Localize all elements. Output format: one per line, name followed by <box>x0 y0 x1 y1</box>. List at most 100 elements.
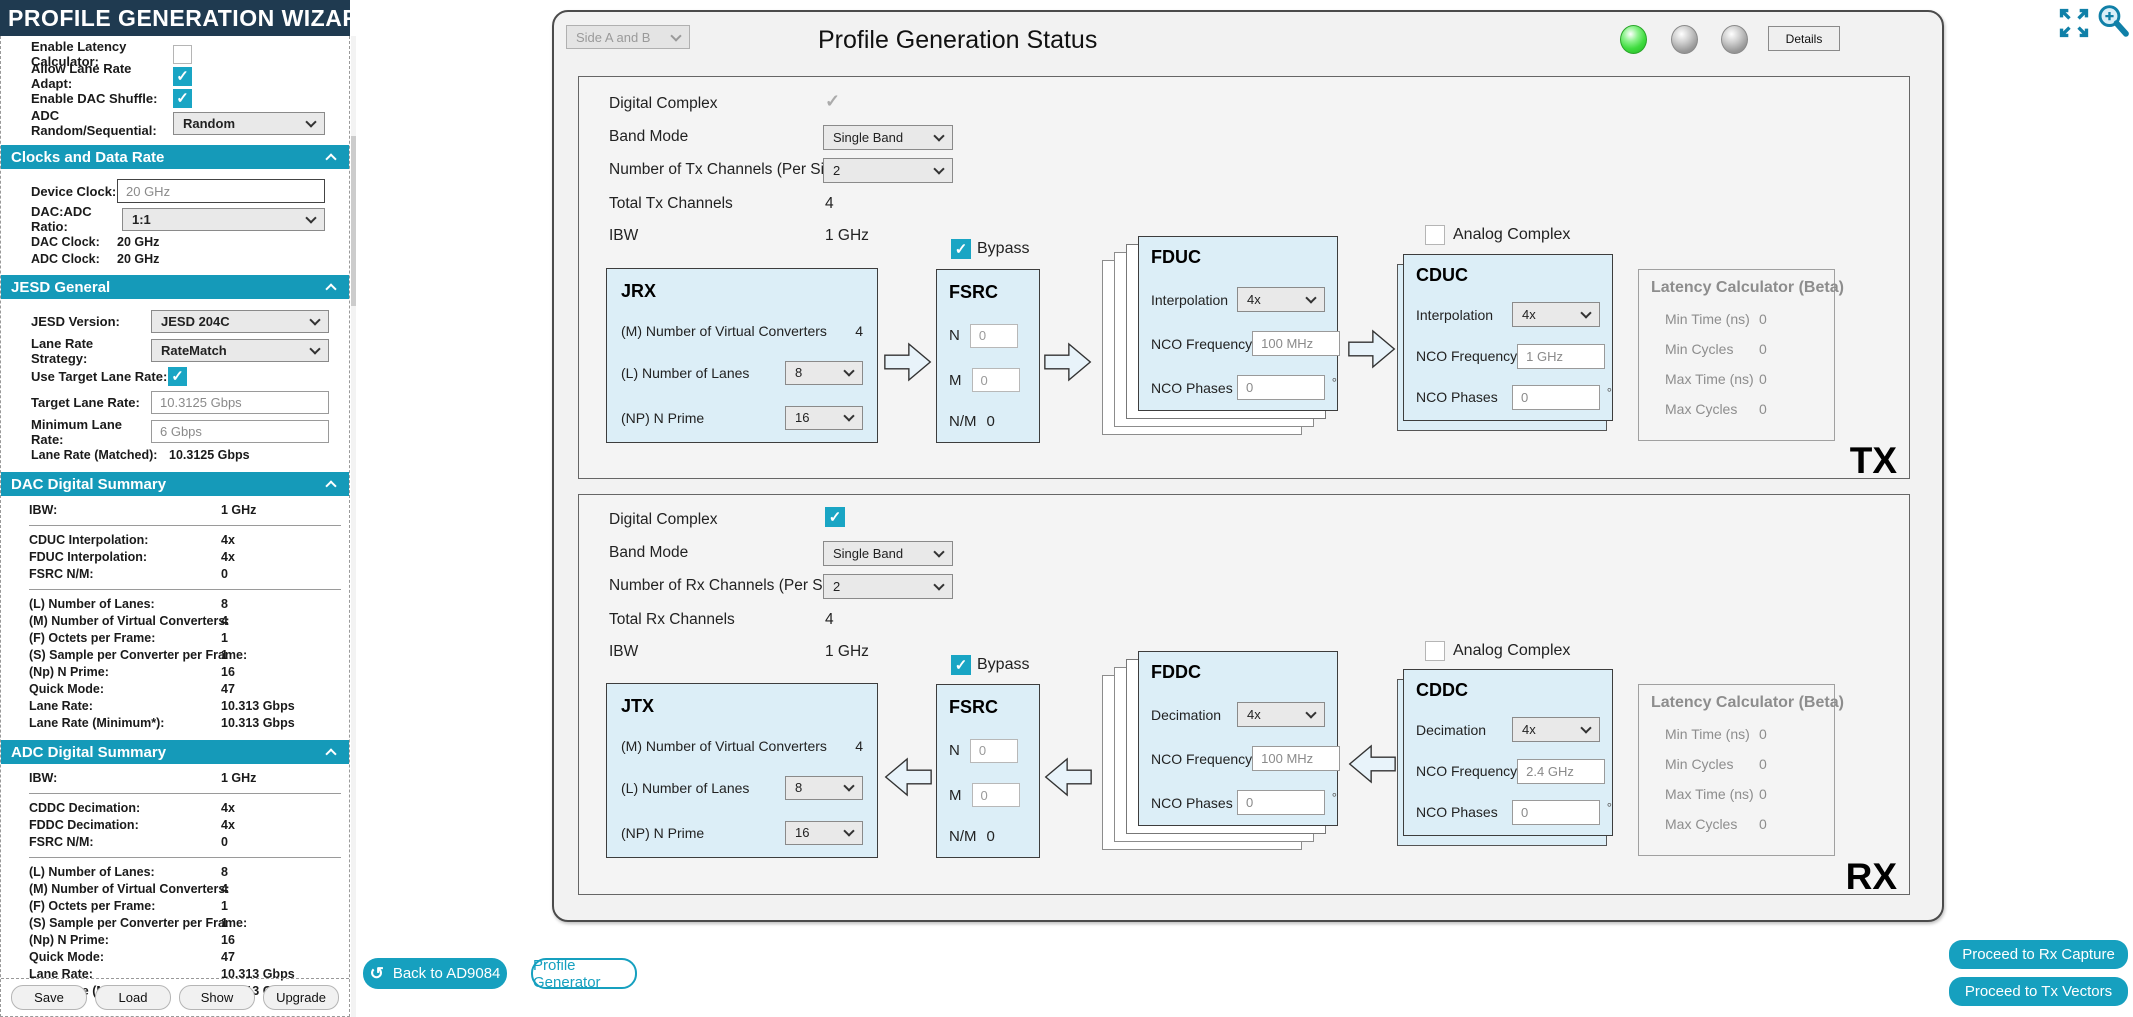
sidebar-scrollbar[interactable] <box>351 36 356 1017</box>
cduc-title: CDUC <box>1416 265 1600 286</box>
jrx-m-value: 4 <box>855 323 863 339</box>
tx-channels-select[interactable]: 2 <box>823 158 953 183</box>
chevron-down-icon <box>843 780 854 791</box>
proceed-to-tx-vectors-button[interactable]: Proceed to Tx Vectors <box>1949 977 2128 1006</box>
minimum-lane-rate-input[interactable] <box>151 420 329 443</box>
status-led-green <box>1620 25 1647 54</box>
zoom-in-icon[interactable] <box>2094 2 2132 42</box>
profile-generator-button[interactable]: Profile Generator <box>531 958 637 989</box>
fsrc-m-input[interactable] <box>972 368 1020 392</box>
flow-arrow-left-icon <box>1044 752 1092 802</box>
summary-label: (S) Sample per Converter per Frame: <box>29 916 247 930</box>
use-target-lane-rate-checkbox[interactable]: ✓ <box>168 367 187 386</box>
rx-digital-complex-checkbox[interactable]: ✓ <box>825 507 845 527</box>
chevron-down-icon <box>1580 723 1591 734</box>
fduc-nco-frequency-input[interactable] <box>1252 331 1340 356</box>
status-led-gray-1 <box>1671 25 1698 54</box>
summary-label: (Np) N Prime: <box>29 665 109 679</box>
fsrc-m-input[interactable] <box>972 783 1020 807</box>
fsrc-n-input[interactable] <box>970 324 1018 348</box>
section-clocks-and-data-rate[interactable]: Clocks and Data Rate <box>1 145 349 169</box>
cddc-decimation-select[interactable]: 4x <box>1512 717 1600 742</box>
fddc-nco-phases-input[interactable] <box>1237 790 1325 815</box>
rx-bypass-checkbox[interactable]: ✓ <box>951 655 971 675</box>
fddc-decimation-label: Decimation <box>1151 707 1237 723</box>
load-button[interactable]: Load <box>95 985 171 1010</box>
latency-value: 0 <box>1759 786 1767 802</box>
chevron-down-icon <box>933 163 944 174</box>
jrx-lanes-select[interactable]: 8 <box>785 361 863 385</box>
proceed-to-rx-capture-button[interactable]: Proceed to Rx Capture <box>1949 940 2128 969</box>
fsrc-n-input[interactable] <box>970 739 1018 763</box>
jtx-nprime-select[interactable]: 16 <box>785 821 863 845</box>
jrx-nprime-select[interactable]: 16 <box>785 406 863 430</box>
latency-label: Min Time (ns) <box>1665 726 1750 742</box>
section-jesd-general[interactable]: JESD General <box>1 275 349 299</box>
cduc-nco-phases-input[interactable] <box>1512 385 1600 410</box>
jesd-version-select[interactable]: JESD 204C <box>151 310 329 333</box>
jtx-np-label: (NP) N Prime <box>621 825 785 841</box>
jesd-version-label: JESD Version: <box>31 314 151 329</box>
rx-ibw-label: IBW <box>609 643 638 661</box>
tx-analog-complex: Analog Complex <box>1425 225 1570 245</box>
allow-lane-rate-adapt-checkbox[interactable]: ✓ <box>173 67 192 86</box>
details-button[interactable]: Details <box>1768 26 1840 51</box>
profile-generation-status-label: Profile Generation Status <box>818 26 1097 55</box>
show-button[interactable]: Show <box>179 985 255 1010</box>
cddc-nco-phases-input[interactable] <box>1512 800 1600 825</box>
rx-bypass-label: Bypass <box>977 656 1029 674</box>
fduc-interpolation-select[interactable]: 4x <box>1237 287 1325 312</box>
degree-symbol: ° <box>1607 800 1612 815</box>
jrx-l-label: (L) Number of Lanes <box>621 365 785 381</box>
expand-fullscreen-icon[interactable] <box>2056 6 2092 40</box>
summary-label: (M) Number of Virtual Converters: <box>29 882 230 896</box>
device-clock-input[interactable] <box>117 179 325 203</box>
profile-wizard-sidebar: PROFILE GENERATION WIZARD < Enable Laten… <box>0 0 350 1017</box>
summary-label: Lane Rate: <box>29 699 93 713</box>
fduc-nco-phases-label: NCO Phases <box>1151 380 1237 396</box>
tx-band-mode-select[interactable]: Single Band <box>823 125 953 150</box>
fddc-decimation-select[interactable]: 4x <box>1237 702 1325 727</box>
scrollbar-thumb[interactable] <box>351 136 356 306</box>
sidebar-title: PROFILE GENERATION WIZARD <box>8 5 377 32</box>
summary-label: Quick Mode: <box>29 950 104 964</box>
cddc-nco-frequency-input[interactable] <box>1517 759 1605 784</box>
fddc-nco-frequency-input[interactable] <box>1252 746 1340 771</box>
jtx-lanes-select[interactable]: 8 <box>785 776 863 800</box>
back-to-ad9084-button[interactable]: ↺ Back to AD9084 <box>363 958 507 989</box>
chevron-down-icon <box>933 546 944 557</box>
side-select[interactable]: Side A and B <box>566 25 690 49</box>
save-button[interactable]: Save <box>11 985 87 1010</box>
latency-value: 0 <box>1759 726 1767 742</box>
fduc-nco-phases-input[interactable] <box>1237 375 1325 400</box>
section-adc-digital-summary[interactable]: ADC Digital Summary <box>1 740 349 764</box>
rx-channels-select[interactable]: 2 <box>823 574 953 599</box>
section-dac-digital-summary[interactable]: DAC Digital Summary <box>1 472 349 496</box>
adc-random-sequential-select[interactable]: Random <box>173 112 325 135</box>
rx-fsrc-bypass: ✓ Bypass <box>951 655 1029 675</box>
summary-label: FDUC Interpolation: <box>29 550 147 564</box>
target-lane-rate-input[interactable] <box>151 391 329 414</box>
adc-clock-label: ADC Clock: <box>31 252 117 266</box>
chevron-down-icon <box>1580 308 1591 319</box>
dac-adc-ratio-select[interactable]: 1:1 <box>122 208 325 231</box>
collapse-sidebar-icon[interactable]: < <box>377 7 389 30</box>
fddc-title: FDDC <box>1151 662 1325 683</box>
rx-ibw-value: 1 GHz <box>825 643 869 661</box>
tx-bypass-label: Bypass <box>977 240 1029 258</box>
enable-dac-shuffle-checkbox[interactable]: ✓ <box>173 89 192 108</box>
rx-analog-complex-checkbox[interactable] <box>1425 641 1445 661</box>
chevron-up-icon <box>325 480 336 491</box>
dac-adc-ratio-label: DAC:ADC Ratio: <box>31 204 122 234</box>
lane-rate-strategy-select[interactable]: RateMatch <box>151 339 329 362</box>
enable-latency-calculator-checkbox[interactable] <box>173 45 192 64</box>
cddc-title: CDDC <box>1416 680 1600 701</box>
upgrade-button[interactable]: Upgrade <box>263 985 339 1010</box>
cduc-interpolation-select[interactable]: 4x <box>1512 302 1600 327</box>
cduc-nco-frequency-input[interactable] <box>1517 344 1605 369</box>
latency-label: Max Time (ns) <box>1665 786 1754 802</box>
tx-analog-complex-checkbox[interactable] <box>1425 225 1445 245</box>
tx-bypass-checkbox[interactable]: ✓ <box>951 239 971 259</box>
divider <box>29 525 341 526</box>
rx-band-mode-select[interactable]: Single Band <box>823 541 953 566</box>
